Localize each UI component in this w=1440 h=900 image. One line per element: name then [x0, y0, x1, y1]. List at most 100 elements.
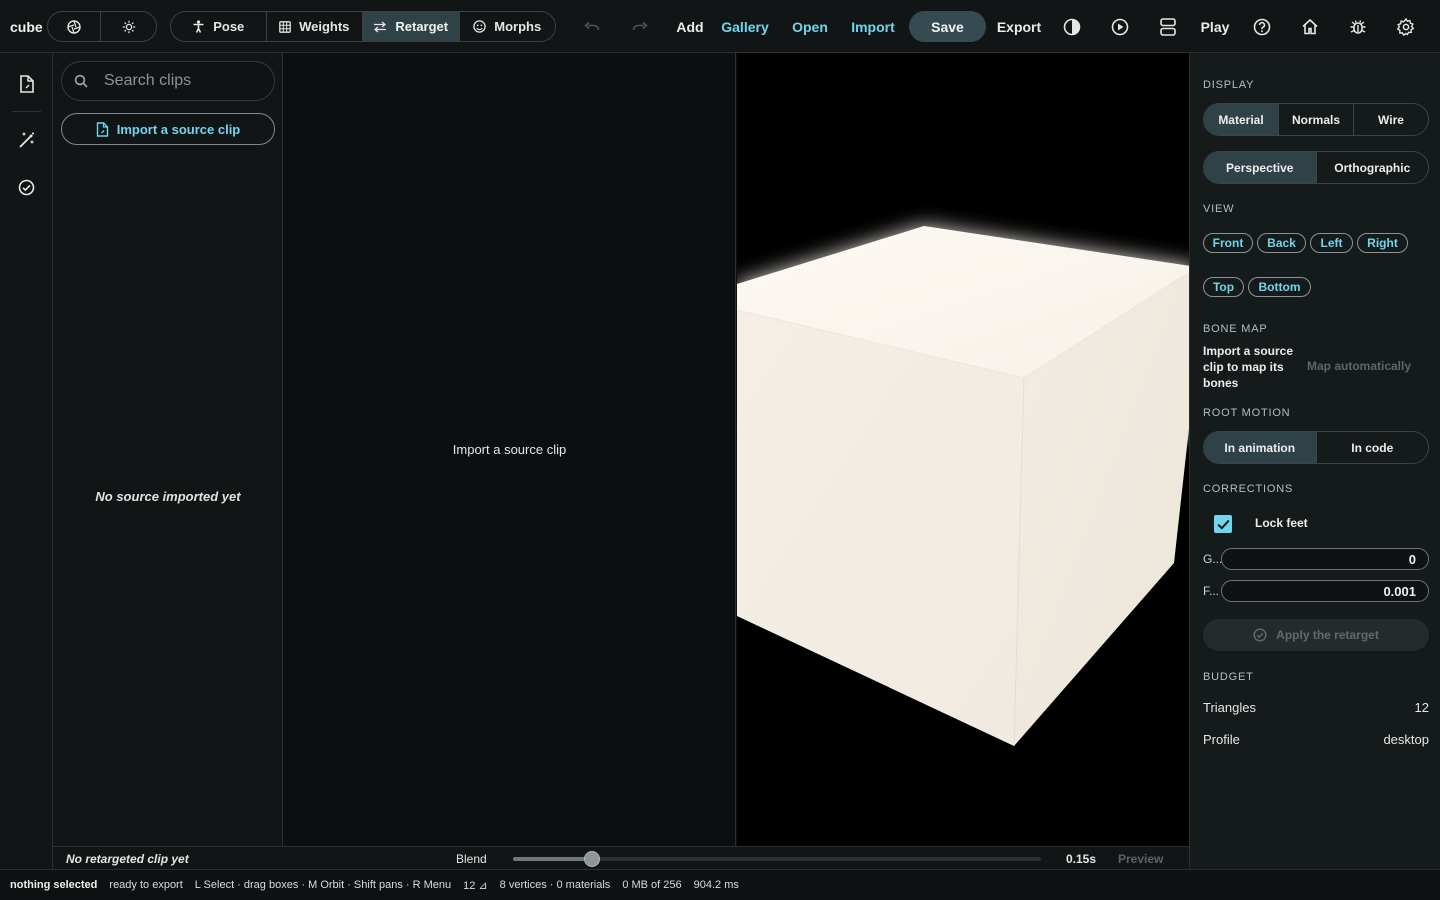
- project-name: cube: [10, 18, 43, 35]
- frame-time: 904.2 ms: [693, 879, 739, 891]
- help-button[interactable]: [1252, 0, 1272, 53]
- redo-button[interactable]: [628, 0, 652, 53]
- bug-icon: [1349, 18, 1367, 36]
- top-toolbar: cube Pose Weights Retarget Morphs Add Ga…: [0, 0, 1440, 53]
- play-circle-button[interactable]: [1110, 0, 1130, 53]
- tab-weights[interactable]: Weights: [267, 12, 363, 41]
- view-toggle-group: [47, 11, 157, 42]
- display-mode-group: Material Normals Wire: [1203, 103, 1429, 136]
- aperture-icon: [67, 19, 81, 34]
- tab-retarget[interactable]: Retarget: [363, 12, 460, 41]
- triangle-count: 12 ⊿: [463, 879, 488, 892]
- lock-feet-checkbox[interactable]: [1214, 515, 1232, 533]
- import-button[interactable]: Import: [849, 0, 897, 53]
- apply-retarget-button[interactable]: Apply the retarget: [1203, 619, 1429, 651]
- lighting-toggle-button[interactable]: [101, 12, 156, 41]
- clip-search: [61, 61, 275, 101]
- blend-slider[interactable]: [513, 851, 1041, 867]
- open-button[interactable]: Open: [789, 0, 831, 53]
- view-back-chip[interactable]: Back: [1257, 233, 1306, 253]
- profile-label: Profile: [1203, 732, 1240, 747]
- layers-icon: [1160, 17, 1176, 36]
- contrast-toggle-button[interactable]: [1062, 0, 1082, 53]
- blend-slider-fill: [513, 857, 593, 861]
- save-button[interactable]: Save: [909, 11, 986, 42]
- rail-magic-button[interactable]: [12, 125, 41, 154]
- import-source-clip-button[interactable]: Import a source clip: [61, 113, 275, 145]
- projection-orthographic-button[interactable]: Orthographic: [1317, 152, 1429, 183]
- display-wire-button[interactable]: Wire: [1354, 104, 1428, 135]
- export-button[interactable]: Export: [995, 0, 1043, 53]
- root-motion-in-code-button[interactable]: In code: [1317, 432, 1429, 463]
- rail-clip-button[interactable]: [12, 69, 41, 98]
- checkmark-icon: [1216, 519, 1230, 530]
- clips-panel: Import a source clip No source imported …: [53, 53, 283, 846]
- triangles-label: Triangles: [1203, 700, 1256, 715]
- undo-button[interactable]: [580, 0, 604, 53]
- graph-empty-message: Import a source clip: [452, 442, 567, 457]
- tab-pose-label: Pose: [213, 19, 245, 34]
- preview-button[interactable]: Preview: [1118, 852, 1163, 866]
- display-material-button[interactable]: Material: [1204, 104, 1279, 135]
- search-input[interactable]: [104, 72, 264, 90]
- home-button[interactable]: [1300, 0, 1320, 53]
- blend-time-value: 0.15s: [1066, 852, 1097, 866]
- play-circle-icon: [1111, 18, 1129, 36]
- file-import-icon: [19, 74, 35, 93]
- 3d-viewport[interactable]: [737, 53, 1189, 846]
- contrast-icon: [1063, 18, 1081, 36]
- projection-perspective-button[interactable]: Perspective: [1204, 152, 1317, 183]
- face-icon: [473, 20, 487, 33]
- field-g-input[interactable]: 0: [1221, 548, 1429, 570]
- budget-profile-row: Profile desktop: [1203, 732, 1429, 747]
- import-source-clip-label: Import a source clip: [116, 121, 241, 137]
- lock-feet-label: Lock feet: [1255, 516, 1308, 530]
- add-button[interactable]: Add: [672, 0, 708, 53]
- budget-section-label: BUDGET: [1203, 671, 1254, 683]
- mesh-stats: 8 vertices · 0 materials: [499, 879, 611, 891]
- tab-pose[interactable]: Pose: [171, 12, 267, 41]
- file-import-icon: [96, 121, 109, 137]
- swap-arrows-icon: [373, 21, 387, 33]
- budget-triangles-row: Triangles 12: [1203, 700, 1429, 715]
- blend-slider-handle[interactable]: [584, 851, 601, 867]
- display-normals-button[interactable]: Normals: [1279, 104, 1354, 135]
- rail-validate-button[interactable]: [12, 173, 41, 202]
- inspector-panel: DISPLAY Material Normals Wire Perspectiv…: [1189, 53, 1440, 869]
- app-root: cube Pose Weights Retarget Morphs Add Ga…: [0, 0, 1440, 900]
- cube-left-face: [737, 310, 1024, 746]
- projection-mode-group: Perspective Orthographic: [1203, 151, 1429, 184]
- home-icon: [1301, 18, 1319, 35]
- left-rail: [0, 53, 53, 869]
- settings-button[interactable]: [1396, 0, 1416, 53]
- corrections-section-label: CORRECTIONS: [1203, 483, 1294, 495]
- view-left-chip[interactable]: Left: [1310, 233, 1353, 253]
- layers-button[interactable]: [1158, 0, 1178, 53]
- gallery-button[interactable]: Gallery: [720, 0, 770, 53]
- map-automatically-button[interactable]: Map automatically: [1307, 359, 1411, 373]
- field-f-input[interactable]: 0.001: [1221, 580, 1429, 602]
- profile-value: desktop: [1383, 732, 1429, 747]
- bone-map-section-label: BONE MAP: [1203, 323, 1268, 335]
- bone-map-message: Import a source clip to map its bones: [1203, 344, 1294, 390]
- root-motion-group: In animation In code: [1203, 431, 1429, 464]
- magic-wand-icon: [18, 131, 36, 149]
- gear-icon: [1397, 17, 1415, 36]
- view-top-chip[interactable]: Top: [1203, 277, 1244, 297]
- sun-icon: [122, 20, 136, 34]
- retarget-graph-panel: Import a source clip: [283, 53, 736, 846]
- mode-tabs: Pose Weights Retarget Morphs: [170, 11, 556, 42]
- play-button[interactable]: Play: [1199, 0, 1231, 53]
- blend-label: Blend: [456, 852, 487, 866]
- aperture-toggle-button[interactable]: [48, 12, 102, 41]
- view-front-chip[interactable]: Front: [1203, 233, 1253, 253]
- view-bottom-chip[interactable]: Bottom: [1248, 277, 1311, 297]
- view-section-label: VIEW: [1203, 203, 1235, 215]
- view-right-chip[interactable]: Right: [1357, 233, 1408, 253]
- tab-morphs[interactable]: Morphs: [460, 12, 556, 41]
- display-section-label: DISPLAY: [1203, 79, 1255, 91]
- root-motion-in-animation-button[interactable]: In animation: [1204, 432, 1317, 463]
- status-bar: nothing selected ready to export L Selec…: [0, 869, 1440, 900]
- field-g-label: G...: [1203, 552, 1223, 566]
- debug-button[interactable]: [1348, 0, 1368, 53]
